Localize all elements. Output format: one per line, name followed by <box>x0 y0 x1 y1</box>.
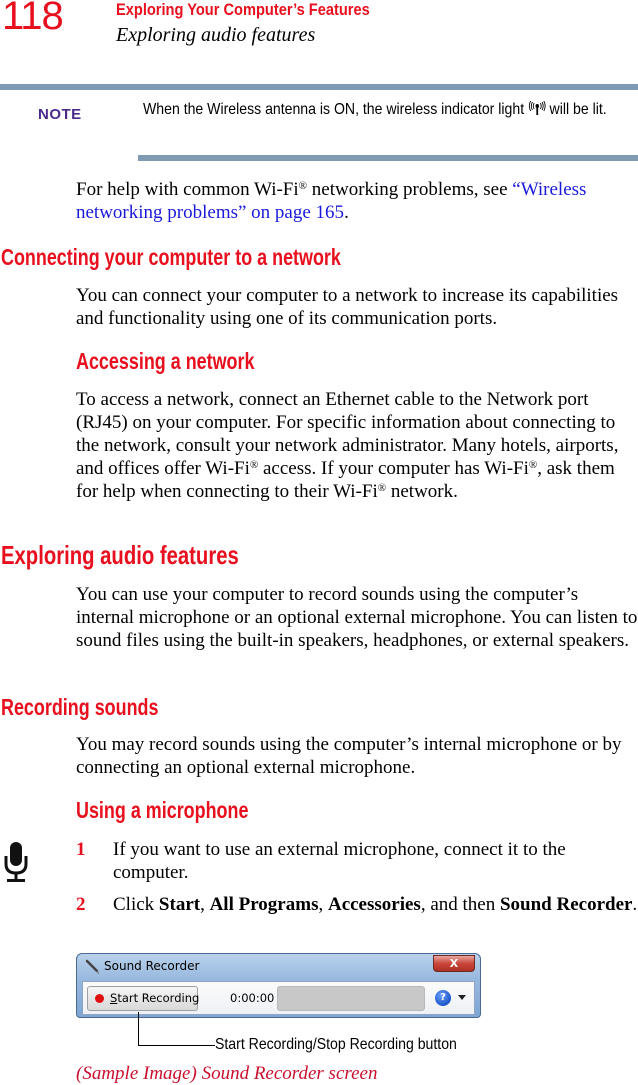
heading-recording: Recording sounds <box>1 694 159 720</box>
registered-mark: ® <box>528 459 538 471</box>
help-text: For help with common Wi-Fi <box>76 179 299 200</box>
step-text: Click Start, All Programs, Accessories, … <box>113 893 638 916</box>
chapter-title: Exploring Your Computer’s Features <box>116 0 370 19</box>
sound-recorder-toolbar: Start Recording 0:00:00 ? <box>82 981 475 1015</box>
wireless-antenna-icon <box>528 101 546 115</box>
start-recording-label: Start Recording <box>110 991 199 1005</box>
sound-recorder-titlebar[interactable]: Sound Recorder X <box>77 954 480 980</box>
dropdown-arrow-icon[interactable] <box>458 995 466 1000</box>
callout-line <box>138 1012 139 1046</box>
microphone-icon <box>4 842 28 882</box>
callout-label: Start Recording/Stop Recording button <box>215 1036 457 1053</box>
step-text: If you want to use an external microphon… <box>113 839 566 883</box>
heading-microphone: Using a microphone <box>76 797 249 823</box>
heading-audio: Exploring audio features <box>1 540 239 570</box>
top-divider <box>0 84 638 90</box>
step-number: 2 <box>76 894 86 915</box>
help-paragraph: For help with common Wi-Fi® networking p… <box>76 178 638 224</box>
figure-caption: (Sample Image) Sound Recorder screen <box>76 1063 378 1084</box>
help-text: . <box>344 202 349 223</box>
note-text-after: will be lit. <box>549 101 607 118</box>
accessing-text: network. <box>386 481 458 502</box>
audio-body: You can use your computer to record soun… <box>76 584 638 651</box>
callout-line <box>138 1045 215 1046</box>
menu-sound-recorder: Sound Recorder <box>499 894 633 915</box>
note-text: When the Wireless antenna is ON, the wir… <box>143 99 638 120</box>
connecting-body: You can connect your computer to a netwo… <box>76 285 619 329</box>
step-text-part: Click <box>113 894 159 915</box>
accessing-text: access. If your computer has Wi-Fi <box>258 458 529 479</box>
menu-accessories: Accessories <box>327 894 421 915</box>
registered-mark: ® <box>298 180 308 192</box>
step-text-part: . <box>632 894 638 915</box>
label-rest: tart Recording <box>117 991 200 1005</box>
heading-accessing: Accessing a network <box>76 348 255 374</box>
start-recording-button[interactable]: Start Recording <box>87 986 199 1011</box>
menu-start: Start <box>158 894 201 915</box>
step-text-part: , and then <box>420 894 500 915</box>
close-button[interactable]: X <box>433 955 475 972</box>
registered-mark: ® <box>377 482 387 494</box>
step-1: 1 If you want to use an external microph… <box>76 838 638 884</box>
accessing-body: To access a network, connect an Ethernet… <box>76 388 638 503</box>
record-dot-icon <box>95 994 104 1003</box>
menu-all-programs: All Programs <box>209 894 319 915</box>
window-title: Sound Recorder <box>104 959 200 973</box>
help-button[interactable]: ? <box>435 990 451 1006</box>
section-title: Exploring audio features <box>116 24 316 46</box>
heading-connecting: Connecting your computer to a network <box>1 244 341 270</box>
step-text-part: , <box>200 894 210 915</box>
level-meter <box>277 986 425 1011</box>
sound-recorder-window: Sound Recorder X Start Recording 0:00:00… <box>76 953 481 1018</box>
note-label: NOTE <box>38 106 82 123</box>
elapsed-time: 0:00:00 <box>230 991 275 1005</box>
step-number: 1 <box>76 839 86 860</box>
help-text: networking problems, see <box>307 179 513 200</box>
step-text-part: , <box>318 894 328 915</box>
step-2: 2 Click Start, All Programs, Accessories… <box>76 893 638 939</box>
microphone-app-icon <box>85 959 100 975</box>
note-text-before: When the Wireless antenna is ON, the wir… <box>143 101 525 118</box>
recording-body: You may record sounds using the computer… <box>76 734 622 778</box>
page-number: 118 <box>2 0 64 38</box>
note-divider <box>138 155 638 161</box>
registered-mark: ® <box>249 459 259 471</box>
